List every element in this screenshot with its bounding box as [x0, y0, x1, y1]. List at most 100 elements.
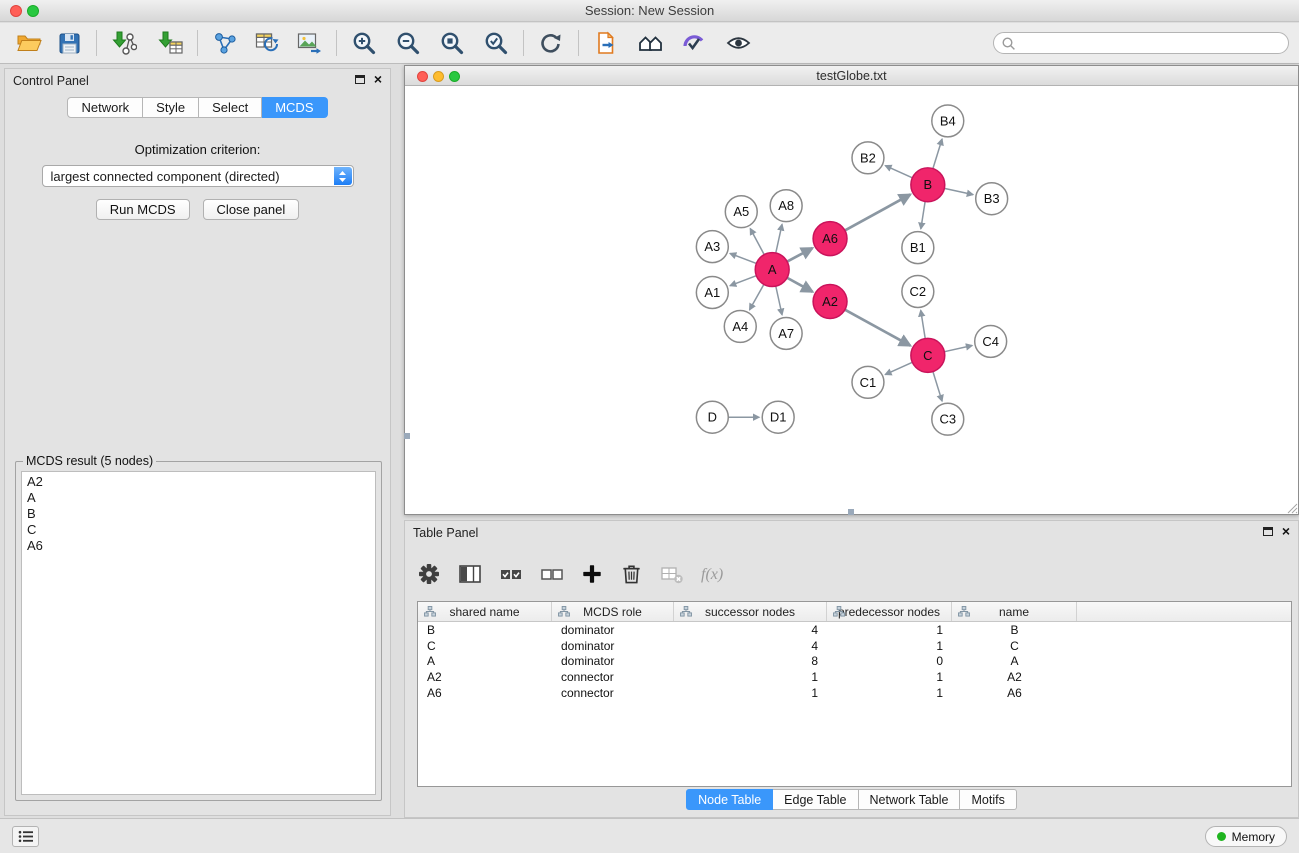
import-table-button[interactable] — [153, 26, 187, 60]
tab-mcds[interactable]: MCDS — [262, 97, 327, 118]
tab-network[interactable]: Network — [67, 97, 143, 118]
tab-network-table[interactable]: Network Table — [859, 789, 961, 810]
graph-edge-A-A6[interactable] — [787, 248, 812, 262]
export-image-button[interactable] — [292, 26, 326, 60]
panel-menu-button[interactable] — [12, 826, 39, 847]
zoom-out-button[interactable] — [391, 26, 425, 60]
criterion-dropdown[interactable]: largest connected component (directed) — [42, 165, 354, 187]
titlebar[interactable]: Session: New Session — [0, 0, 1299, 22]
window-resize-handle[interactable] — [404, 433, 410, 439]
graph-edge-B-B2[interactable] — [885, 166, 912, 178]
select-columns-button[interactable] — [458, 562, 482, 589]
mcds-result-item[interactable]: B — [27, 506, 370, 522]
zoom-fit-button[interactable] — [435, 26, 469, 60]
show-hide-button[interactable] — [721, 26, 755, 60]
graph-edge-C-C4[interactable] — [944, 345, 972, 351]
graph-edge-A-A3[interactable] — [730, 253, 756, 263]
home-button[interactable] — [633, 26, 667, 60]
search-box[interactable] — [993, 32, 1289, 54]
network-maximize-button[interactable] — [449, 71, 460, 82]
mcds-result-item[interactable]: A6 — [27, 538, 370, 554]
graph-node-C2[interactable]: C2 — [902, 276, 934, 308]
deselect-all-button[interactable] — [540, 562, 564, 589]
delete-column-button[interactable] — [620, 562, 643, 588]
memory-button[interactable]: Memory — [1205, 826, 1287, 847]
zoom-in-button[interactable] — [347, 26, 381, 60]
run-mcds-button[interactable]: Run MCDS — [96, 199, 190, 220]
open-panel-button[interactable] — [589, 26, 623, 60]
graph-node-C1[interactable]: C1 — [852, 366, 884, 398]
graph-node-A2[interactable]: A2 — [813, 285, 847, 319]
new-network-button[interactable] — [208, 26, 242, 60]
graph-edge-C-C1[interactable] — [885, 362, 912, 374]
function-builder-button[interactable]: f(x) — [701, 566, 723, 584]
mcds-result-item[interactable]: A2 — [27, 474, 370, 490]
open-session-button[interactable] — [12, 26, 46, 60]
tab-style[interactable]: Style — [143, 97, 199, 118]
import-network-button[interactable] — [107, 26, 141, 60]
close-table-panel-icon[interactable]: × — [1282, 525, 1290, 537]
graph-node-A6[interactable]: A6 — [813, 222, 847, 256]
graph-node-C3[interactable]: C3 — [932, 403, 964, 435]
table-row[interactable]: Adominator80A — [418, 654, 1291, 670]
close-panel-icon[interactable]: × — [374, 73, 382, 85]
column-header-shared-name[interactable]: shared name — [418, 602, 552, 621]
column-header-successor-nodes[interactable]: successor nodes — [674, 602, 827, 621]
tab-edge-table[interactable]: Edge Table — [773, 789, 858, 810]
graph-edge-B-B4[interactable] — [933, 139, 942, 169]
zoom-selected-button[interactable] — [479, 26, 513, 60]
add-column-button[interactable] — [581, 563, 603, 588]
new-table-button[interactable] — [250, 26, 284, 60]
graph-edge-A-A4[interactable] — [750, 284, 764, 310]
network-graph[interactable]: A A1 A2 A3 A4 A5 A6 A7 A8 B B1 B2 B3 B4 C C1 C2 C3 C4 D D1 — [405, 87, 1298, 514]
mcds-result-item[interactable]: A — [27, 490, 370, 506]
graph-node-D[interactable]: D — [696, 401, 728, 433]
apply-style-button[interactable] — [677, 26, 711, 60]
table-row[interactable]: Bdominator41B — [418, 622, 1291, 638]
graph-node-A3[interactable]: A3 — [696, 231, 728, 263]
window-resize-handle[interactable] — [848, 509, 854, 515]
close-panel-button[interactable]: Close panel — [203, 199, 300, 220]
graph-node-B2[interactable]: B2 — [852, 142, 884, 174]
save-session-button[interactable] — [52, 26, 86, 60]
graph-edge-C-C3[interactable] — [933, 372, 942, 402]
graph-node-A[interactable]: A — [755, 253, 789, 287]
graph-node-A7[interactable]: A7 — [770, 317, 802, 349]
graph-node-B3[interactable]: B3 — [976, 183, 1008, 215]
tab-select[interactable]: Select — [199, 97, 262, 118]
graph-node-C4[interactable]: C4 — [975, 325, 1007, 357]
graph-node-D1[interactable]: D1 — [762, 401, 794, 433]
graph-edge-B-B1[interactable] — [921, 202, 925, 229]
column-header-predecessor-nodes[interactable]: predecessor nodes — [827, 602, 952, 621]
graph-node-B[interactable]: B — [911, 168, 945, 202]
table-row[interactable]: A6connector11A6 — [418, 685, 1291, 701]
graph-node-A1[interactable]: A1 — [696, 277, 728, 309]
table-row[interactable]: Cdominator41C — [418, 638, 1291, 654]
graph-node-A5[interactable]: A5 — [725, 196, 757, 228]
graph-edge-A6-B[interactable] — [845, 194, 910, 230]
network-canvas[interactable]: A A1 A2 A3 A4 A5 A6 A7 A8 B B1 B2 B3 B4 C C1 C2 C3 C4 D D1 — [405, 87, 1298, 514]
select-all-button[interactable] — [499, 562, 523, 589]
graph-edge-B-B3[interactable] — [944, 188, 973, 194]
table-settings-button[interactable] — [417, 562, 441, 589]
search-input[interactable] — [1016, 36, 1288, 50]
tab-node-table[interactable]: Node Table — [686, 789, 773, 810]
graph-edge-A-A8[interactable] — [776, 224, 782, 253]
graph-node-C[interactable]: C — [911, 338, 945, 372]
refresh-button[interactable] — [534, 26, 568, 60]
graph-edge-A-A7[interactable] — [776, 286, 782, 315]
graph-node-B1[interactable]: B1 — [902, 232, 934, 264]
float-table-panel-icon[interactable] — [1263, 527, 1273, 536]
resize-grip-icon[interactable] — [1285, 501, 1298, 514]
graph-node-A4[interactable]: A4 — [724, 310, 756, 342]
float-panel-icon[interactable] — [355, 75, 365, 84]
mcds-result-item[interactable]: C — [27, 522, 370, 538]
graph-edge-A-A1[interactable] — [730, 276, 756, 286]
network-close-button[interactable] — [417, 71, 428, 82]
column-header-mcds-role[interactable]: MCDS role — [552, 602, 674, 621]
table-row[interactable]: A2connector11A2 — [418, 669, 1291, 685]
graph-node-A8[interactable]: A8 — [770, 190, 802, 222]
column-header-name[interactable]: name — [952, 602, 1077, 621]
graph-node-B4[interactable]: B4 — [932, 105, 964, 137]
network-minimize-button[interactable] — [433, 71, 444, 82]
